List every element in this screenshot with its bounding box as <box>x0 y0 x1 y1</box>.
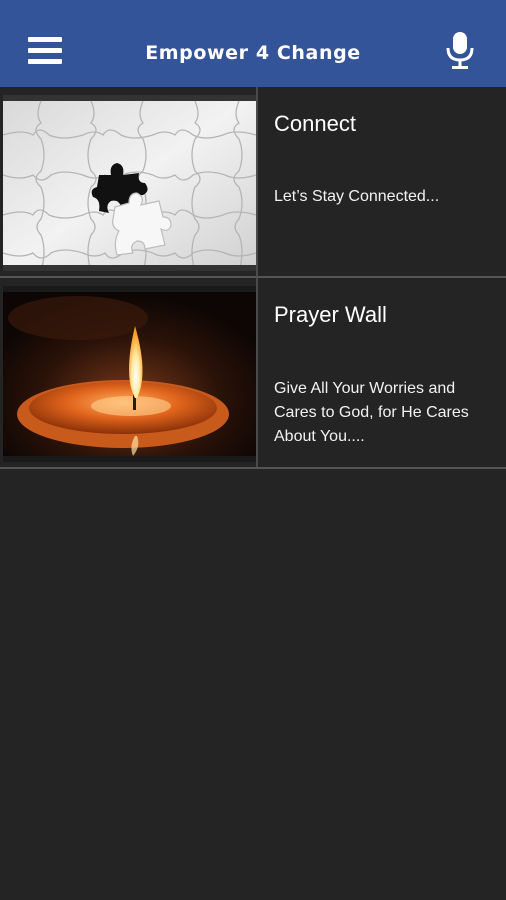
item-title: Connect <box>274 111 356 136</box>
item-description: Give All Your Worries and Cares to God, … <box>274 380 469 445</box>
list-item-prayer-wall[interactable]: Prayer Wall Give All Your Worries and Ca… <box>0 278 506 469</box>
item-title: Prayer Wall <box>274 302 387 327</box>
voice-search-button[interactable] <box>440 28 482 72</box>
content-list: Connect Let’s Stay Connected... Prayer W… <box>0 87 506 469</box>
app-title: Empower 4 Change <box>145 42 361 64</box>
row-divider <box>256 87 258 276</box>
list-item-connect[interactable]: Connect Let’s Stay Connected... <box>0 87 506 278</box>
item-description: Let’s Stay Connected... <box>274 188 440 205</box>
candle-image <box>3 286 256 462</box>
puzzle-piece-image <box>3 95 256 271</box>
row-divider <box>256 278 258 467</box>
app-bar: Empower 4 Change <box>0 0 506 87</box>
microphone-icon <box>446 32 474 69</box>
